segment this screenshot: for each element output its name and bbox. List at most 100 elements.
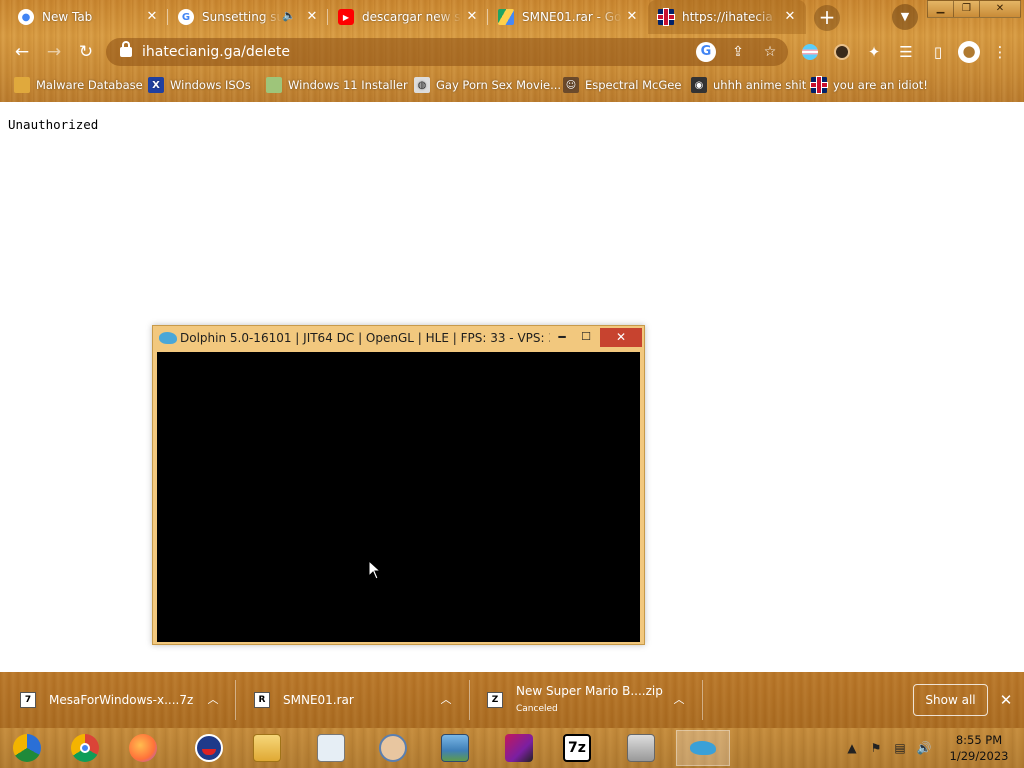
- lock-icon[interactable]: [120, 41, 132, 57]
- tab-close-icon[interactable]: ✕: [624, 9, 640, 25]
- bookmark-espectral-mcgee[interactable]: ☺ Espectral McGee: [563, 75, 681, 95]
- bookmark-windows-11-installer[interactable]: Windows 11 Installer: [266, 75, 408, 95]
- show-all-button[interactable]: Show all: [913, 684, 988, 716]
- dolphin-window-title: Dolphin 5.0-16101 | JIT64 DC | OpenGL | …: [180, 331, 550, 345]
- tab-sunsetting[interactable]: G Sunsetting su 🔈 ✕: [168, 0, 328, 34]
- x-logo-icon: X: [148, 77, 164, 93]
- dolphin-title-bar[interactable]: Dolphin 5.0-16101 | JIT64 DC | OpenGL | …: [153, 326, 644, 351]
- download-item[interactable]: R SMNE01.rar ︿: [234, 672, 470, 728]
- download-item[interactable]: Z New Super Mario B....zip Canceled ︿: [467, 672, 703, 728]
- restore-button[interactable]: ❐: [953, 0, 980, 18]
- bookmark-label: Windows 11 Installer: [288, 78, 408, 92]
- taskbar-photo-viewer[interactable]: [428, 730, 482, 766]
- chrome-beta-icon: [13, 734, 41, 762]
- tab-title: https://ihatecia: [682, 10, 773, 24]
- show-hidden-icons-icon[interactable]: ▲: [844, 740, 860, 756]
- close-button[interactable]: ✕: [979, 0, 1021, 18]
- tab-close-icon[interactable]: ✕: [782, 9, 798, 25]
- browser-chrome: ● New Tab ✕ G Sunsetting su 🔈 ✕ ▶ descar…: [0, 0, 1024, 102]
- minimize-button[interactable]: ▁: [927, 0, 954, 18]
- dolphin-icon: [689, 734, 717, 762]
- bookmark-malware-database[interactable]: Malware Database: [14, 75, 143, 95]
- system-clock[interactable]: 8:55 PM 1/29/2023: [940, 732, 1018, 764]
- bookmark-star-icon[interactable]: ☆: [760, 42, 780, 62]
- tab-descargar[interactable]: ▶ descargar new sup ✕: [328, 0, 488, 34]
- dolphin-emulator-window[interactable]: Dolphin 5.0-16101 | JIT64 DC | OpenGL | …: [152, 325, 645, 645]
- tab-search-button[interactable]: ▼: [892, 4, 918, 30]
- folder-icon: [14, 77, 30, 93]
- taskbar-dolphin[interactable]: [676, 730, 730, 766]
- menu-kebab-icon[interactable]: ⋮: [990, 42, 1010, 62]
- speaker-icon[interactable]: 🔈: [282, 9, 296, 22]
- browser-toolbar: ← → ↻ ihatecianig.ga/delete G ⇪ ☆ ✦ ☰ ▯ …: [0, 36, 1024, 68]
- tab-ihatecia[interactable]: https://ihatecia ✕: [648, 0, 806, 34]
- file-explorer-icon: [253, 734, 281, 762]
- close-shelf-icon[interactable]: ✕: [997, 691, 1015, 709]
- dolphin-close-button[interactable]: ✕: [600, 328, 642, 347]
- dolphin-icon: [159, 332, 177, 344]
- chevron-up-icon[interactable]: ︿: [206, 693, 220, 707]
- tab-close-icon[interactable]: ✕: [304, 9, 320, 25]
- bookmark-you-are-an-idiot[interactable]: you are an idiot!: [811, 75, 928, 95]
- chevron-up-icon[interactable]: ︿: [672, 693, 686, 707]
- taskbar-7zip[interactable]: 7z: [550, 730, 604, 766]
- photo-viewer-icon: [441, 734, 469, 762]
- share-icon[interactable]: ⇪: [728, 42, 748, 62]
- media-center-icon: [505, 734, 533, 762]
- extensions-puzzle-icon[interactable]: ✦: [864, 42, 884, 62]
- download-filename: MesaForWindows-x....7z: [49, 693, 194, 707]
- download-filename: SMNE01.rar: [283, 693, 354, 707]
- taskbar-shop[interactable]: [614, 730, 668, 766]
- taskbar-obama[interactable]: [182, 730, 236, 766]
- bookmark-label: you are an idiot!: [833, 78, 928, 92]
- taskbar-chrome-beta[interactable]: [0, 730, 54, 766]
- bookmark-gay-porn[interactable]: ◍ Gay Porn Sex Movie...: [414, 75, 561, 95]
- uk-flag-icon: [811, 77, 827, 93]
- back-button[interactable]: ←: [10, 40, 34, 64]
- google-lens-icon[interactable]: G: [696, 42, 716, 62]
- chrome-icon: [71, 734, 99, 762]
- reload-button[interactable]: ↻: [74, 40, 98, 64]
- taskbar-media-center[interactable]: [492, 730, 546, 766]
- bookmark-label: Malware Database: [36, 78, 143, 92]
- chevron-down-icon: ▼: [900, 10, 910, 23]
- profile-avatar-icon[interactable]: ●: [958, 41, 980, 63]
- tab-close-icon[interactable]: ✕: [464, 9, 480, 25]
- tab-title: Sunsetting su: [202, 10, 282, 24]
- clock-time: 8:55 PM: [955, 733, 1003, 747]
- youtube-favicon-icon: ▶: [338, 9, 354, 25]
- uk-flag-favicon-icon: [658, 9, 674, 25]
- address-bar-url[interactable]: ihatecianig.ga/delete: [142, 44, 290, 60]
- address-bar[interactable]: ihatecianig.ga/delete G ⇪ ☆: [106, 38, 788, 66]
- tab-title: descargar new sup: [362, 10, 462, 24]
- dolphin-render-area[interactable]: [157, 352, 640, 642]
- face-icon: ☺: [563, 77, 579, 93]
- divider: [702, 680, 703, 720]
- taskbar-file-explorer[interactable]: [240, 730, 294, 766]
- taskbar-chrome[interactable]: [58, 730, 112, 766]
- tab-smne01[interactable]: SMNE01.rar - Goo ✕: [488, 0, 648, 34]
- taskbar-system-monitor[interactable]: [304, 730, 358, 766]
- bookmark-anime[interactable]: ◉ uhhh anime shit: [691, 75, 806, 95]
- action-center-flag-icon[interactable]: ⚑: [868, 740, 884, 756]
- bookmark-label: Gay Porn Sex Movie...: [436, 78, 562, 92]
- chevron-up-icon[interactable]: ︿: [439, 693, 453, 707]
- trans-flag-extension-icon[interactable]: [800, 42, 820, 62]
- profile-extension-icon[interactable]: [832, 42, 852, 62]
- bookmark-windows-isos[interactable]: X Windows ISOs: [148, 75, 251, 95]
- new-tab-button[interactable]: +: [814, 5, 840, 31]
- taskbar-firefox[interactable]: [116, 730, 170, 766]
- dolphin-minimize-button[interactable]: ━: [551, 329, 573, 347]
- reading-list-icon[interactable]: ☰: [896, 42, 916, 62]
- forward-button[interactable]: →: [42, 40, 66, 64]
- 7z-file-icon: 7: [20, 692, 36, 708]
- tab-new-tab[interactable]: ● New Tab ✕: [8, 0, 168, 34]
- side-panel-icon[interactable]: ▯: [928, 42, 948, 62]
- download-item[interactable]: 7 MesaForWindows-x....7z ︿: [0, 672, 236, 728]
- volume-icon[interactable]: 🔊: [916, 740, 932, 756]
- dolphin-maximize-button[interactable]: ☐: [575, 329, 597, 347]
- download-status: Canceled: [516, 704, 558, 714]
- tab-close-icon[interactable]: ✕: [144, 9, 160, 25]
- taskbar-doctor[interactable]: [366, 730, 420, 766]
- network-icon[interactable]: ▤: [892, 740, 908, 756]
